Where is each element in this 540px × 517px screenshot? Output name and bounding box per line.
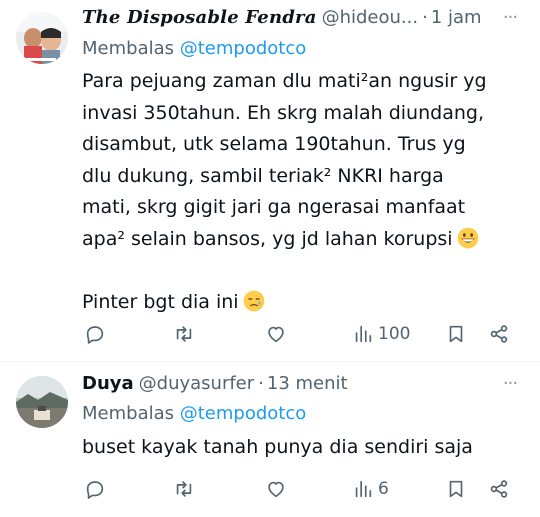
reply-mention[interactable]: @tempodotco: [180, 38, 307, 59]
reply-button[interactable]: [84, 475, 106, 503]
author-handle[interactable]: @hideou...: [322, 6, 419, 30]
retweet-icon: [176, 481, 192, 497]
tweet[interactable]: The Disposable Fendra @hideou... · 1 jam…: [0, 0, 540, 362]
author-handle[interactable]: @duyasurfer: [139, 372, 255, 396]
reply-icon: [86, 481, 104, 499]
bookmark-button[interactable]: [445, 320, 467, 348]
share-button[interactable]: [488, 320, 510, 348]
retweet-button[interactable]: [173, 475, 195, 503]
tweet-text: buset kayak tanah punya dia sendiri saja: [82, 432, 522, 464]
text-line: [82, 255, 522, 287]
share-icon: [490, 480, 508, 498]
text-line: disambut, utk selama 190tahun. Trus yg: [82, 133, 466, 155]
reply-label: Membalas: [82, 38, 175, 59]
text-line: invasi 350tahun. Eh skrg malah diundang,: [82, 101, 484, 124]
timestamp[interactable]: 13 menit: [267, 372, 348, 396]
text-line: Para pejuang zaman dlu mati²an ngusir yg: [82, 70, 487, 92]
reply-mention[interactable]: @tempodotco: [180, 403, 307, 424]
text-line-content: Pinter bgt dia ini: [82, 290, 239, 313]
text-line: mati, skrg gigit jari ga ngerasai manfaa…: [82, 196, 466, 218]
tweet[interactable]: Duya @duyasurfer · 13 menit ··· Membalas…: [0, 362, 540, 517]
views-button[interactable]: 6: [352, 475, 389, 503]
bookmark-icon: [449, 325, 463, 343]
more-icon[interactable]: ···: [500, 372, 520, 396]
reply-button[interactable]: [84, 320, 106, 348]
more-icon[interactable]: ···: [500, 6, 520, 30]
bookmark-icon: [449, 480, 463, 498]
separator-dot: ·: [422, 7, 428, 28]
avatar[interactable]: [16, 12, 68, 64]
tweet-text: Para pejuang zaman dlu mati²an ngusir yg…: [82, 66, 522, 318]
author-name[interactable]: Duya: [82, 372, 134, 396]
share-icon: [490, 325, 508, 343]
text-line: Pinter bgt dia ini: [82, 287, 522, 319]
retweet-button[interactable]: [173, 320, 195, 348]
like-icon: [268, 326, 284, 343]
views-button[interactable]: 100: [352, 320, 410, 348]
reply-context: Membalas @tempodotco: [82, 37, 306, 61]
bookmark-button[interactable]: [445, 475, 467, 503]
share-button[interactable]: [488, 475, 510, 503]
views-icon: [355, 480, 372, 498]
views-count: 6: [378, 479, 389, 499]
reply-icon: [86, 326, 104, 344]
like-button[interactable]: [265, 320, 287, 348]
reply-label: Membalas: [82, 403, 175, 424]
separator-dot: ·: [258, 373, 264, 394]
text-line: apa² selain bansos, yg jd lahan korupsi: [82, 224, 522, 256]
text-line-content: apa² selain bansos, yg jd lahan korupsi: [82, 227, 453, 250]
avatar[interactable]: [16, 376, 68, 428]
reply-context: Membalas @tempodotco: [82, 402, 306, 426]
action-bar: 100: [82, 320, 518, 348]
like-button[interactable]: [265, 475, 287, 503]
like-icon: [268, 481, 284, 498]
author-name[interactable]: The Disposable Fendra: [82, 6, 317, 30]
views-count: 100: [378, 324, 411, 344]
timestamp[interactable]: 1 jam: [431, 6, 482, 30]
sad-relieved-face-emoji: [243, 290, 264, 311]
retweet-icon: [176, 326, 192, 342]
views-icon: [355, 325, 372, 343]
grinning-face-emoji: [457, 227, 478, 248]
action-bar: 6: [82, 475, 518, 503]
text-line: buset kayak tanah punya dia sendiri saja: [82, 436, 473, 458]
text-line: dlu dukung, sambil teriak² NKRI harga: [82, 164, 444, 187]
